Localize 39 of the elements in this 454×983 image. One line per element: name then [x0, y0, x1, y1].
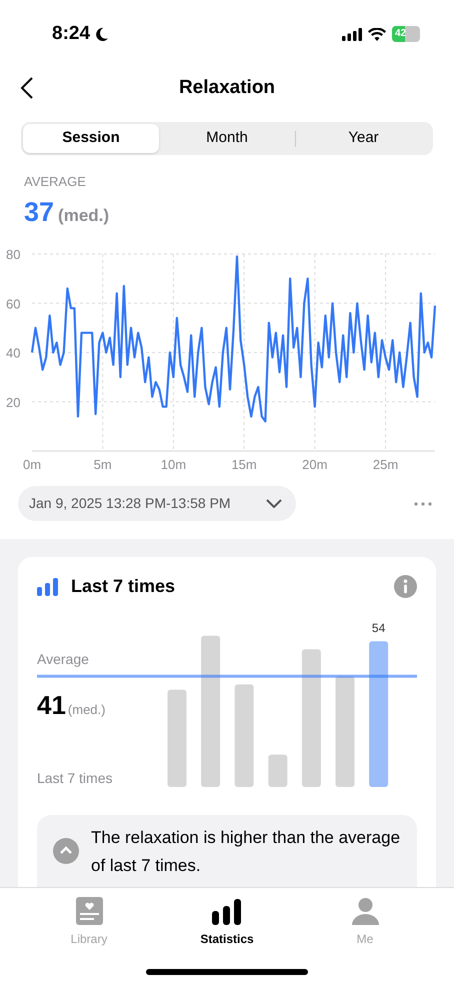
x-tick-label: 0m	[22, 457, 42, 472]
x-tick-label: 20m	[302, 457, 328, 472]
more-icon	[414, 502, 432, 506]
heart-card-icon	[76, 897, 102, 925]
bar-chart-icon	[212, 899, 242, 925]
bar-chart-icon	[37, 578, 59, 596]
y-tick-label: 80	[6, 247, 20, 262]
card-title: Last 7 times	[71, 575, 176, 598]
wifi-icon	[368, 28, 386, 40]
chevron-down-icon	[266, 499, 282, 508]
signal-icon	[342, 28, 362, 40]
person-icon	[352, 897, 378, 925]
info-icon	[394, 575, 417, 598]
x-tick-label: 15m	[231, 457, 257, 472]
average-caption: Average	[37, 650, 89, 669]
average-unit: (med.)	[58, 204, 110, 226]
average-label: AVERAGE	[24, 173, 87, 191]
insight-text: The relaxation is higher than the average of last 7 times.	[91, 827, 402, 877]
y-tick-label: 60	[6, 296, 20, 312]
moon-icon	[94, 26, 110, 42]
x-tick-label: 5m	[94, 457, 112, 472]
back-chevron-icon	[20, 76, 34, 100]
date-range-dropdown[interactable]: Jan 9, 2025 13:28 PM-13:58 PM	[18, 486, 296, 521]
chevron-up-icon	[53, 838, 79, 864]
tab-bar-item[interactable]: Statistics	[182, 895, 272, 948]
segment-tab[interactable]: Year	[296, 124, 431, 153]
y-tick-label: 20	[6, 394, 20, 410]
card-average-unit: (med.)	[68, 701, 106, 719]
x-tick-label: 25m	[372, 457, 398, 472]
segment-tab[interactable]: Session	[23, 124, 159, 153]
page-title: Relaxation	[178, 76, 276, 100]
segment-tab[interactable]: Month	[159, 124, 295, 153]
card-average-value: 41	[37, 689, 66, 722]
average-value: 37	[24, 196, 54, 228]
x-tick-label: 10m	[160, 457, 186, 472]
y-tick-label: 40	[6, 346, 20, 360]
bar-value-label: 54	[372, 621, 386, 636]
status-time: 8:24	[52, 22, 90, 46]
bars-caption: Last 7 times	[37, 769, 112, 788]
